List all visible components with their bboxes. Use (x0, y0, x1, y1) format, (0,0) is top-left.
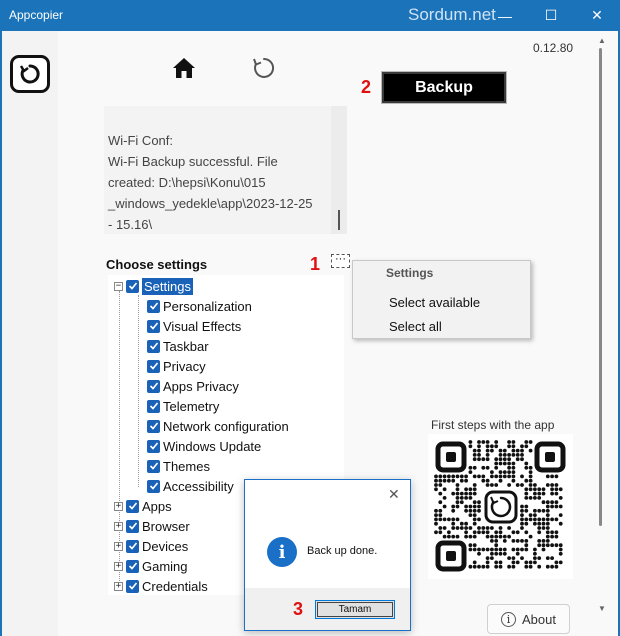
expand-icon[interactable]: + (114, 581, 123, 591)
checkbox-icon[interactable] (126, 499, 139, 513)
tree-label: Windows Update (163, 438, 262, 454)
tree-node-child[interactable]: Personalization (147, 296, 252, 316)
window-title: Appcopier (9, 8, 64, 22)
title-bar: Appcopier Sordum.net — ☐ ✕ (0, 0, 620, 31)
more-options-button[interactable]: ··· (331, 254, 350, 268)
qr-caption: First steps with the app (431, 418, 555, 432)
tree-label: Apps Privacy (163, 378, 239, 394)
log-line: _windows_yedekle\app\2023-12-25 (108, 196, 313, 211)
tree-node-browser[interactable]: + Browser (114, 516, 190, 536)
checkbox-icon[interactable] (147, 319, 160, 333)
scroll-thumb[interactable] (599, 48, 602, 526)
tree-node-child[interactable]: Accessibility (147, 476, 234, 496)
tree-node-child[interactable]: Taskbar (147, 336, 209, 356)
refresh-icon[interactable] (251, 55, 277, 81)
backup-done-dialog: ✕ i Back up done. Tamam (244, 479, 411, 631)
dialog-close-button[interactable]: ✕ (388, 486, 400, 503)
tree-label: Privacy (163, 358, 206, 374)
tree-node-child[interactable]: Visual Effects (147, 316, 241, 336)
tree-label: Themes (163, 458, 210, 474)
expand-icon[interactable]: + (114, 541, 123, 551)
tree-label: Gaming (142, 558, 188, 574)
menu-item-select-all[interactable]: Select all (389, 319, 442, 334)
tree-node-credentials[interactable]: + Credentials (114, 576, 208, 596)
log-line: - 15.16\ (108, 217, 153, 232)
about-button[interactable]: i About (487, 604, 570, 634)
qr-code-image[interactable] (428, 434, 573, 579)
tree-label: Accessibility (163, 478, 234, 494)
tree-label: Settings (142, 277, 193, 295)
tree-label: Network configuration (163, 418, 289, 434)
tree-node-child[interactable]: Network configuration (147, 416, 289, 436)
ok-button[interactable]: Tamam (315, 600, 395, 619)
log-line: Wi-Fi Backup successful. File (108, 154, 278, 169)
checkbox-icon[interactable] (147, 359, 160, 373)
tree-label: Visual Effects (163, 318, 242, 334)
tree-node-child[interactable]: Windows Update (147, 436, 261, 456)
minimize-button[interactable]: — (482, 0, 528, 31)
tree-node-apps[interactable]: + Apps (114, 496, 172, 516)
tree-node-devices[interactable]: + Devices (114, 536, 188, 556)
tree-label: Credentials (142, 578, 208, 594)
checkbox-icon[interactable] (147, 479, 160, 493)
marker-2: 2 (361, 77, 372, 97)
tree-label: Telemetry (163, 398, 220, 414)
dialog-footer: Tamam (245, 588, 410, 630)
checkbox-icon[interactable] (147, 439, 160, 453)
main-scrollbar[interactable]: ▲ ▼ (595, 36, 609, 626)
log-line: Wi-Fi Conf: (108, 133, 173, 148)
checkbox-icon[interactable] (147, 459, 160, 473)
home-icon[interactable] (172, 56, 196, 80)
tree-node-gaming[interactable]: + Gaming (114, 556, 188, 576)
menu-header: Settings (386, 266, 434, 280)
tree-label: Apps (142, 498, 172, 514)
dialog-message: Back up done. (307, 545, 378, 557)
log-line: created: D:\hepsi\Konu\015 (108, 175, 266, 190)
backup-button[interactable]: Backup (382, 72, 506, 103)
checkbox-icon[interactable] (147, 399, 160, 413)
app-logo-icon (10, 55, 50, 93)
marker-1: 1 (310, 254, 321, 274)
information-icon: i (267, 537, 297, 567)
log-scrollbar[interactable] (331, 106, 347, 234)
menu-item-select-available[interactable]: Select available (389, 295, 480, 310)
settings-context-menu: Settings Select available Select all (352, 260, 531, 339)
info-icon: i (501, 611, 516, 627)
left-rail (2, 31, 58, 636)
checkbox-icon[interactable] (147, 419, 160, 433)
log-output: Wi-Fi Conf: Wi-Fi Backup successful. Fil… (104, 106, 344, 234)
checkbox-icon[interactable] (147, 299, 160, 313)
tree-node-child[interactable]: Privacy (147, 356, 206, 376)
about-label: About (522, 611, 556, 627)
checkbox-icon[interactable] (147, 379, 160, 393)
expand-icon[interactable]: + (114, 521, 123, 531)
expand-icon[interactable]: + (114, 501, 123, 511)
checkbox-icon[interactable] (126, 279, 139, 293)
tree-node-child[interactable]: Themes (147, 456, 210, 476)
marker-3: 3 (293, 599, 304, 619)
tree-node-child[interactable]: Telemetry (147, 396, 219, 416)
checkbox-icon[interactable] (126, 559, 139, 573)
scroll-up-icon[interactable]: ▲ (598, 36, 606, 45)
expand-icon[interactable]: + (114, 561, 123, 571)
close-button[interactable]: ✕ (574, 0, 620, 31)
tree-label: Browser (142, 518, 190, 534)
checkbox-icon[interactable] (126, 519, 139, 533)
log-scroll-thumb[interactable] (338, 210, 340, 230)
tree-label: Devices (142, 538, 189, 554)
checkbox-icon[interactable] (147, 339, 160, 353)
choose-settings-heading: Choose settings (106, 257, 208, 272)
scroll-down-icon[interactable]: ▼ (598, 604, 606, 613)
checkbox-icon[interactable] (126, 579, 139, 593)
version-label: 0.12.80 (533, 41, 574, 55)
collapse-icon[interactable]: − (114, 281, 123, 291)
tree-label: Personalization (163, 298, 252, 314)
tree-node-child[interactable]: Apps Privacy (147, 376, 239, 396)
tree-label: Taskbar (163, 338, 209, 354)
checkbox-icon[interactable] (126, 539, 139, 553)
maximize-button[interactable]: ☐ (528, 0, 574, 31)
tree-node-settings[interactable]: − Settings (114, 276, 193, 296)
